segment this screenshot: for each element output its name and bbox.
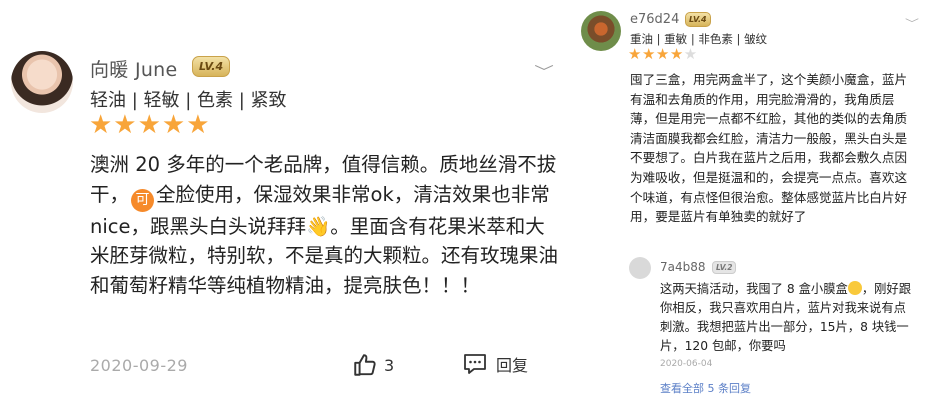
reply-date: 2020-06-04 [660, 359, 713, 369]
chevron-down-icon[interactable]: ﹀ [534, 62, 554, 82]
star-rating: ★★★★★ [628, 47, 698, 62]
review-text: 澳洲 20 多年的一个老品牌，值得信赖。质地丝滑不拔干，可全脸使用，保湿效果非常… [90, 150, 560, 300]
star-rating: ★★★★★ [89, 110, 211, 140]
avatar[interactable] [629, 257, 651, 279]
username[interactable]: e76d24 [630, 12, 679, 27]
stars-empty: ★ [683, 45, 698, 63]
reply-label: 回复 [496, 356, 529, 375]
avatar[interactable] [581, 11, 621, 51]
reply-text-part1: 这两天搞活动，我囤了 8 盒小膜盒 [660, 282, 848, 296]
review-card-right: e76d24 LV.4 ﹀ 重油 | 重敏 | 非色素 | 皱纹 ★★★★★ 囤… [575, 0, 925, 408]
thumbs-up-icon [354, 354, 376, 376]
review-text-part2: 全脸使用，保湿效果非常ok，清洁效果也非常 nice，跟黑头白头说拜拜👋。里面含… [90, 182, 559, 297]
reply-text: 这两天搞活动，我囤了 8 盒小膜盒 ，刚好跟你相反，我只喜欢用白片，蓝片对我来说有… [660, 280, 918, 356]
review-text: 囤了三盒，用完两盒半了，这个美颜小魔盒，蓝片有温和去角质的作用，用完脸滑滑的，我… [630, 72, 908, 225]
reply-username[interactable]: 7a4b88 [660, 260, 706, 274]
review-card-left: 向暖 June LV.4 ﹀ 轻油 | 轻敏 | 色素 | 紧致 ★★★★★ 澳… [0, 0, 575, 408]
view-all-replies-link[interactable]: 查看全部 5 条回复 [660, 380, 751, 396]
chevron-down-icon[interactable]: ﹀ [905, 15, 919, 30]
level-badge: LV.4 [192, 56, 231, 77]
comment-icon [464, 354, 486, 374]
reply-button[interactable]: 回复 [462, 352, 528, 376]
ke-badge-icon: 可 [131, 188, 155, 212]
stars-filled: ★★★★ [628, 45, 684, 63]
review-date: 2020-09-29 [90, 356, 188, 375]
grin-sweat-icon [847, 281, 862, 295]
like-button[interactable]: 3 [352, 352, 394, 378]
like-count: 3 [384, 355, 395, 375]
level-badge: LV.2 [712, 261, 737, 274]
avatar[interactable] [11, 51, 73, 113]
username[interactable]: 向暖 June [90, 55, 178, 82]
skin-tags: 轻油 | 轻敏 | 色素 | 紧致 [90, 90, 287, 111]
level-badge: LV.4 [685, 12, 711, 27]
